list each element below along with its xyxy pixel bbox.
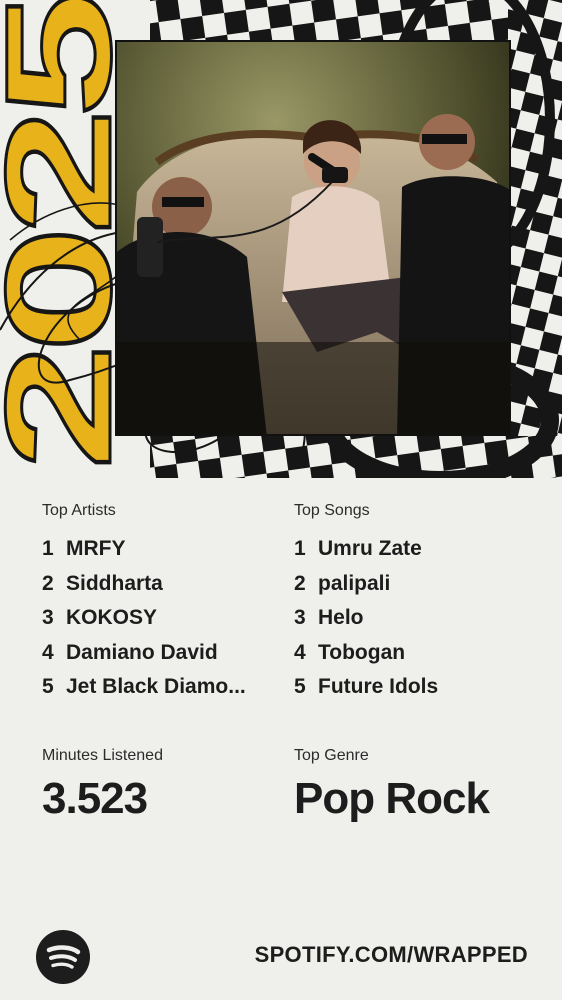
list-item: 1 MRFY: [42, 532, 292, 567]
artist-name: MRFY: [66, 537, 126, 561]
top-songs-list: 1 Umru Zate 2 palipali 3 Helo 4 Tobogan 5 Fut…: [294, 532, 544, 705]
list-item: 3 Helo: [294, 601, 544, 636]
rank-number: 4: [42, 640, 54, 664]
list-item: 2 palipali: [294, 567, 544, 602]
wrapped-url-link[interactable]: SPOTIFY.COM/WRAPPED: [255, 942, 528, 968]
rank-number: 1: [294, 537, 306, 561]
top-artists-list: 1 MRFY 2 Siddharta 3 KOKOSY 4 Damiano David …: [42, 532, 292, 705]
artist-name: Jet Black Diamo...: [66, 675, 246, 699]
artist-photo: [115, 40, 511, 436]
minutes-listened-value: 3.523: [42, 774, 148, 823]
list-item: 4 Damiano David: [42, 636, 292, 671]
top-genre-section: Top Genre Pop Rock: [294, 745, 490, 825]
rank-number: 4: [294, 640, 306, 664]
song-name: Future Idols: [318, 675, 439, 699]
top-genre-label: Top Genre: [294, 747, 369, 764]
rank-number: 5: [42, 675, 54, 699]
list-item: 1 Umru Zate: [294, 532, 544, 567]
top-artists-section: Top Artists 1 MRFY 2 Siddharta 3 KOKOSY 4 Da…: [42, 500, 292, 705]
artist-name: KOKOSY: [66, 606, 158, 630]
rank-number: 3: [294, 606, 306, 630]
rank-number: 5: [294, 675, 306, 699]
wrapped-card: 2025 Top Artists 1 MRFY 2 Siddharta 3 KO…: [0, 0, 562, 1000]
minutes-listened-label: Minutes Listened: [42, 747, 163, 764]
list-item: 5 Future Idols: [294, 670, 544, 705]
minutes-listened-section: Minutes Listened 3.523: [42, 745, 163, 825]
song-name: Tobogan: [318, 640, 406, 664]
top-genre-value: Pop Rock: [294, 774, 490, 823]
rank-number: 1: [42, 537, 54, 561]
song-name: Umru Zate: [318, 537, 422, 561]
top-songs-section: Top Songs 1 Umru Zate 2 palipali 3 Helo 4 To…: [294, 500, 544, 705]
spotify-logo-icon[interactable]: [36, 930, 90, 984]
footer: SPOTIFY.COM/WRAPPED: [0, 928, 562, 986]
list-item: 3 KOKOSY: [42, 601, 292, 636]
top-songs-heading: Top Songs: [294, 502, 370, 519]
song-name: Helo: [318, 606, 364, 630]
song-name: palipali: [318, 571, 391, 595]
list-item: 4 Tobogan: [294, 636, 544, 671]
list-item: 5 Jet Black Diamo...: [42, 670, 292, 705]
artist-name: Siddharta: [66, 571, 163, 595]
rank-number: 3: [42, 606, 54, 630]
list-item: 2 Siddharta: [42, 567, 292, 602]
rank-number: 2: [294, 571, 306, 595]
artist-name: Damiano David: [66, 640, 218, 664]
rank-number: 2: [42, 571, 54, 595]
hero-artwork: 2025: [0, 0, 562, 478]
top-artists-heading: Top Artists: [42, 502, 116, 519]
